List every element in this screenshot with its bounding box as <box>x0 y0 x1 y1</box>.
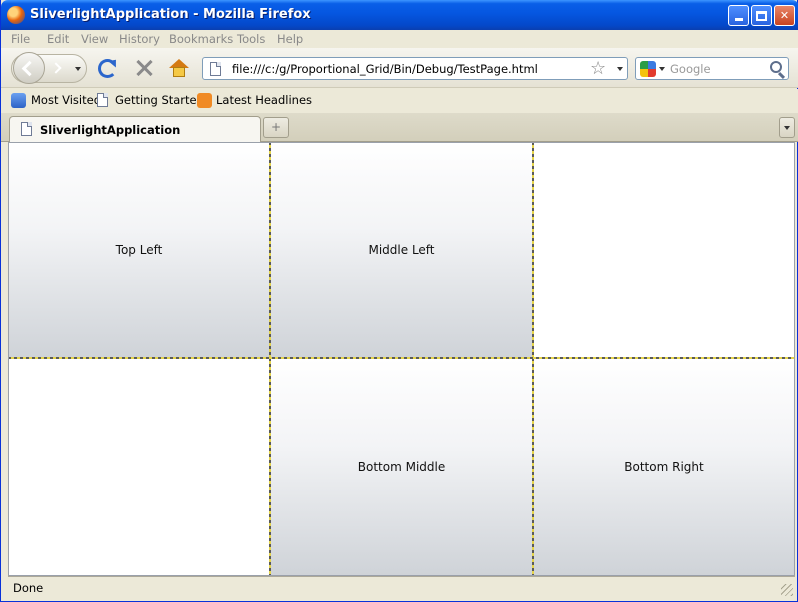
browser-window: SliverlightApplication - Mozilla Firefox… <box>0 0 798 602</box>
minimize-icon <box>734 18 743 21</box>
menu-tools[interactable]: Tools <box>237 32 265 46</box>
tab-sliverlightapplication[interactable]: SliverlightApplication <box>9 116 261 142</box>
cell-label: Bottom Middle <box>357 460 446 474</box>
url-bar[interactable]: file:///c:/g/Proportional_Grid/Bin/Debug… <box>202 57 628 80</box>
menu-bar: File Edit View History Bookmarks Tools H… <box>1 30 798 48</box>
bookmark-latest-headlines[interactable]: Latest Headlines <box>216 93 312 107</box>
page-icon <box>21 122 32 136</box>
maximize-icon <box>756 10 767 21</box>
bookmark-getting-started[interactable]: Getting Started <box>115 93 204 107</box>
stop-icon[interactable] <box>134 58 154 78</box>
status-text: Done <box>13 581 44 595</box>
menu-help[interactable]: Help <box>277 32 303 46</box>
menu-bookmarks[interactable]: Bookmarks <box>169 32 233 46</box>
new-tab-button[interactable]: + <box>263 117 289 138</box>
rss-icon <box>197 93 212 108</box>
history-dropdown-icon[interactable] <box>75 67 81 71</box>
grid-cell-top-left[interactable]: Top Left <box>9 142 269 357</box>
minimize-button[interactable] <box>728 5 749 26</box>
firefox-logo-icon <box>7 6 25 24</box>
window-title: SliverlightApplication - Mozilla Firefox <box>30 7 311 22</box>
resize-grip-icon[interactable] <box>781 584 793 596</box>
page-icon <box>210 62 221 76</box>
forward-button[interactable] <box>49 60 69 78</box>
close-icon: ✕ <box>779 9 790 22</box>
url-input[interactable]: file:///c:/g/Proportional_Grid/Bin/Debug… <box>232 62 538 76</box>
menu-history[interactable]: History <box>119 32 160 46</box>
grid-cell-bottom-right[interactable]: Bottom Right <box>534 359 794 575</box>
bookmark-most-visited[interactable]: Most Visited <box>31 93 101 107</box>
reload-icon[interactable] <box>98 59 117 78</box>
home-icon[interactable] <box>169 59 189 77</box>
grid-cell-middle-left[interactable]: Middle Left <box>271 142 532 357</box>
cell-label: Middle Left <box>368 242 435 257</box>
list-all-tabs-button[interactable] <box>779 117 795 138</box>
grid-splitter-vertical-2[interactable] <box>532 142 534 576</box>
grid-cell-top-right <box>534 142 794 357</box>
close-button[interactable]: ✕ <box>774 5 795 26</box>
page-icon <box>97 93 108 107</box>
title-bar[interactable]: SliverlightApplication - Mozilla Firefox… <box>1 0 798 30</box>
back-forward-group <box>11 52 87 84</box>
tab-bar: SliverlightApplication + <box>1 113 798 142</box>
chevron-down-icon <box>784 126 790 130</box>
cell-label: Top Left <box>115 242 163 257</box>
plus-icon: + <box>270 120 282 134</box>
grid-splitter-horizontal[interactable] <box>8 357 795 359</box>
menu-view[interactable]: View <box>81 32 108 46</box>
grid-cell-bottom-left <box>9 359 269 575</box>
maximize-button[interactable] <box>751 5 772 26</box>
bookmark-star-icon[interactable]: ☆ <box>590 58 606 79</box>
menu-edit[interactable]: Edit <box>47 32 69 46</box>
menu-file[interactable]: File <box>11 32 30 46</box>
tab-label: SliverlightApplication <box>40 123 181 137</box>
bookmarks-toolbar: Most Visited Getting Started Latest Head… <box>1 89 798 113</box>
google-engine-icon[interactable] <box>640 61 656 77</box>
status-bar: Done <box>8 576 795 598</box>
grid-cell-bottom-middle[interactable]: Bottom Middle <box>271 359 532 575</box>
search-icon[interactable] <box>770 61 782 73</box>
page-content: Top Left Middle Left Bottom Middle Botto… <box>8 142 795 576</box>
most-visited-icon <box>11 93 26 108</box>
back-button[interactable] <box>13 52 45 84</box>
search-bar[interactable]: Google <box>635 57 789 80</box>
search-input[interactable]: Google <box>670 62 711 76</box>
engine-dropdown-icon[interactable] <box>659 67 665 71</box>
url-dropdown-icon[interactable] <box>617 67 623 71</box>
grid-splitter-vertical-1[interactable] <box>269 142 271 576</box>
cell-label: Bottom Right <box>624 460 704 474</box>
